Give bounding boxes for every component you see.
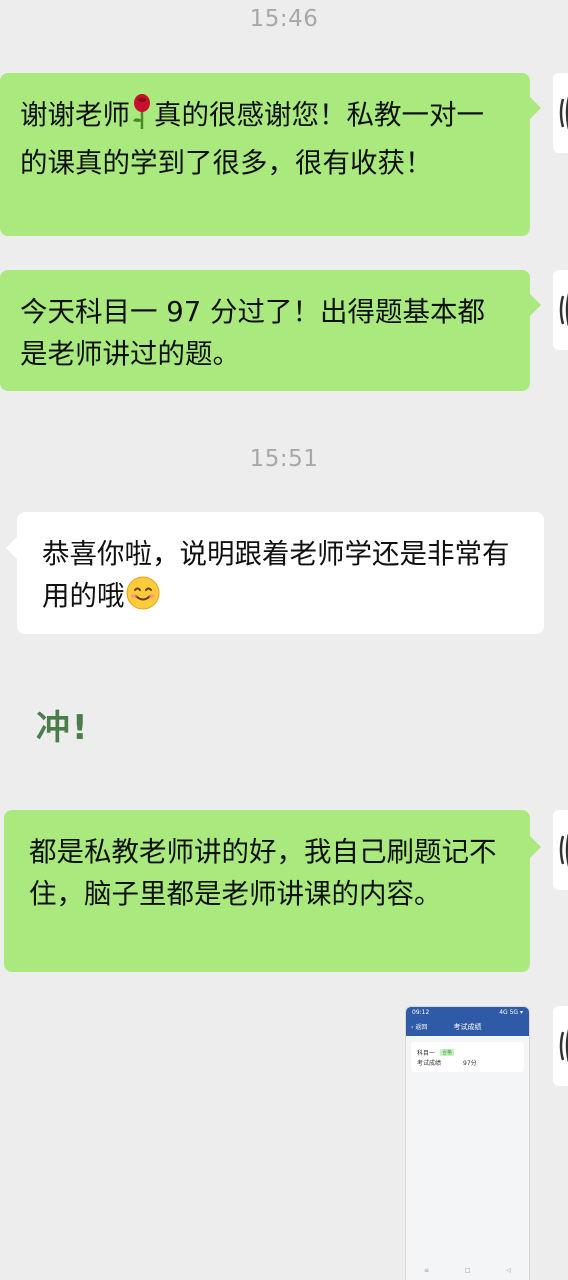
message-bubble-outgoing[interactable]: 今天科目一 97 分过了！出得题基本都是老师讲过的题。 xyxy=(0,270,530,391)
thumb-pass-tag: 合格 xyxy=(440,1048,455,1056)
image-message-screenshot[interactable]: 09:12 4G 5G ▾ ‹ 返回 考试成绩 科目一 合格 考试成绩 97分 … xyxy=(405,1006,530,1280)
rose-emoji-icon xyxy=(130,94,154,142)
message-text: 恭喜你啦，说明跟着老师学还是非常有用的哦 xyxy=(42,538,510,612)
avatar[interactable] xyxy=(553,73,568,153)
bubble-tail xyxy=(530,836,541,858)
thumb-title: 考试成绩 xyxy=(453,1023,482,1031)
thumb-back-label: ‹ 返回 xyxy=(411,1024,428,1031)
bubble-tail xyxy=(530,97,541,119)
thumb-home-icon: □ xyxy=(464,1267,471,1274)
thumb-menu-icon: ≡ xyxy=(423,1267,429,1274)
avatar[interactable] xyxy=(553,810,568,890)
bubble-tail xyxy=(530,294,541,316)
smiling-face-emoji-icon xyxy=(125,575,161,623)
timestamp: 15:51 xyxy=(249,446,319,472)
thumb-status-time: 09:12 xyxy=(412,1009,430,1016)
thumb-nav-bar: ‹ 返回 考试成绩 xyxy=(406,1019,529,1036)
thumb-subject: 科目一 xyxy=(417,1049,436,1057)
avatar[interactable] xyxy=(553,270,568,350)
thumb-score-card: 科目一 合格 考试成绩 97分 xyxy=(411,1042,524,1072)
message-text: 谢谢老师 xyxy=(20,99,130,131)
message-bubble-incoming[interactable]: 恭喜你啦，说明跟着老师学还是非常有用的哦 xyxy=(17,512,544,634)
message-bubble-outgoing[interactable]: 谢谢老师 真的很感谢您！私教一对一的课真的学到了很多，很有收获！ xyxy=(0,73,530,236)
message-text: 都是私教老师讲的好，我自己刷题记不住，脑子里都是老师讲课的内容。 xyxy=(29,836,497,910)
sticker-text[interactable]: 冲! xyxy=(36,700,90,749)
thumb-system-nav: ≡ □ ◁ xyxy=(406,1267,529,1274)
bubble-tail xyxy=(6,537,17,559)
message-text: 今天科目一 97 分过了！出得题基本都是老师讲过的题。 xyxy=(20,296,485,370)
thumb-status-bar: 09:12 4G 5G ▾ xyxy=(406,1007,529,1019)
message-bubble-outgoing[interactable]: 都是私教老师讲的好，我自己刷题记不住，脑子里都是老师讲课的内容。 xyxy=(4,810,530,972)
timestamp: 15:46 xyxy=(249,6,319,32)
thumb-status-icons: 4G 5G ▾ xyxy=(499,1009,523,1016)
avatar[interactable] xyxy=(553,1006,568,1086)
thumb-back-icon: ◁ xyxy=(506,1267,512,1274)
thumb-score: 97分 xyxy=(463,1059,477,1067)
thumb-score-label: 考试成绩 xyxy=(417,1059,442,1067)
